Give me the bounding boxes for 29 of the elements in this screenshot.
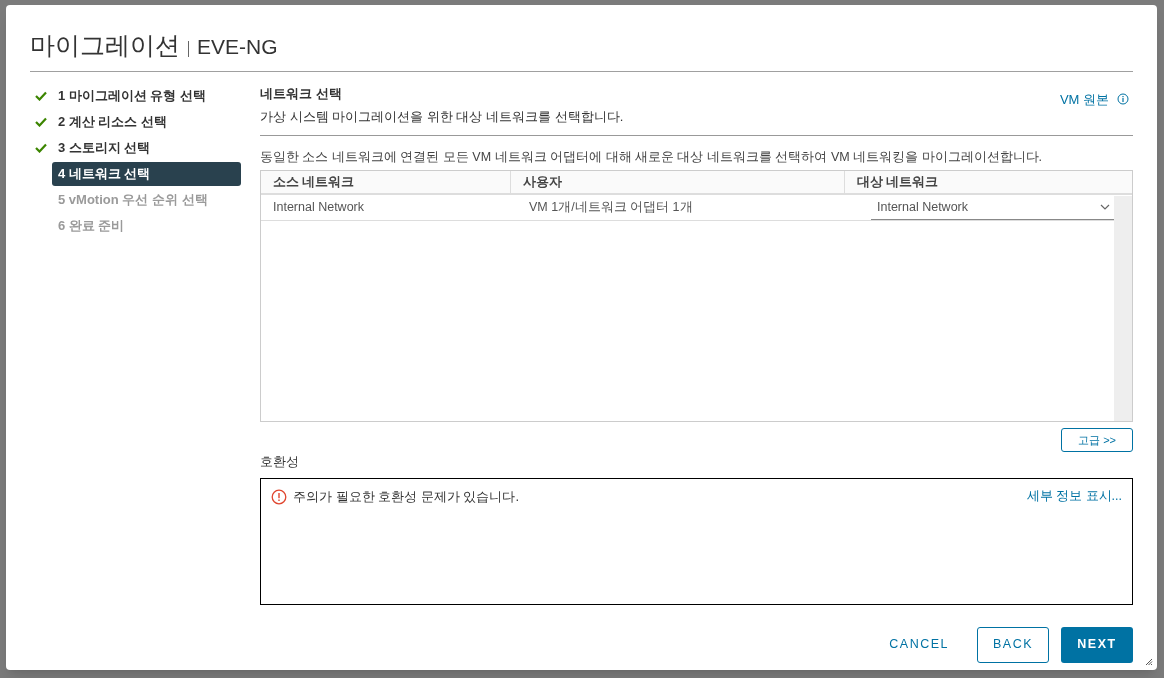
column-header[interactable]: 소스 네트워크 [261,171,511,194]
wizard-step[interactable]: 2 계산 리소스 선택 [52,110,241,134]
next-button[interactable]: NEXT [1061,626,1133,663]
column-header[interactable]: 대상 네트워크 [845,171,1132,194]
vm-origin-link[interactable]: VM 원본 [1059,83,1133,109]
advanced-button[interactable]: 고급 >> [1061,428,1133,453]
info-icon [1117,93,1129,106]
section-title: 네트워크 선택 [260,84,343,103]
dialog-subtitle: EVE-NG [197,34,278,60]
dialog-title: 마이그레이션 [30,30,180,61]
warning-icon [271,488,287,505]
table-cell-text: VM 1개/네트워크 어댑터 1개 [528,199,694,217]
cancel-button[interactable]: CANCEL [873,626,965,663]
instruction-text: 동일한 소스 네트워크에 연결된 모든 VM 네트워크 어댑터에 대해 새로운 대상 네트워크를 선택하여 VM 네트워킹을 마이그레이션합니다. [260,148,1044,166]
back-button[interactable]: BACK [977,626,1049,663]
wizard-step[interactable]: 3 스토리지 선택 [52,136,241,160]
table-cell-text: Internal Network [272,199,365,217]
resize-handle-icon[interactable] [1145,658,1153,666]
wizard-step[interactable]: 4 네트워크 선택 [52,162,241,186]
chevron-down-icon [1100,204,1110,211]
column-header[interactable]: 사용자 [511,171,845,194]
compatibility-label: 호환성 [260,453,300,472]
wizard-step[interactable]: 1 마이그레이션 유형 선택 [52,84,241,108]
details-link[interactable]: 세부 정보 표시... [1026,486,1122,506]
network-dropdown[interactable]: Internal Network [871,195,1114,221]
scrollbar[interactable] [1114,196,1132,422]
section-subtitle: 가상 시스템 마이그레이션을 위한 대상 네트워크를 선택합니다. [260,108,624,126]
title-separator [188,40,189,57]
compatibility-message: 주의가 필요한 호환성 문제가 있습니다. [293,487,520,506]
